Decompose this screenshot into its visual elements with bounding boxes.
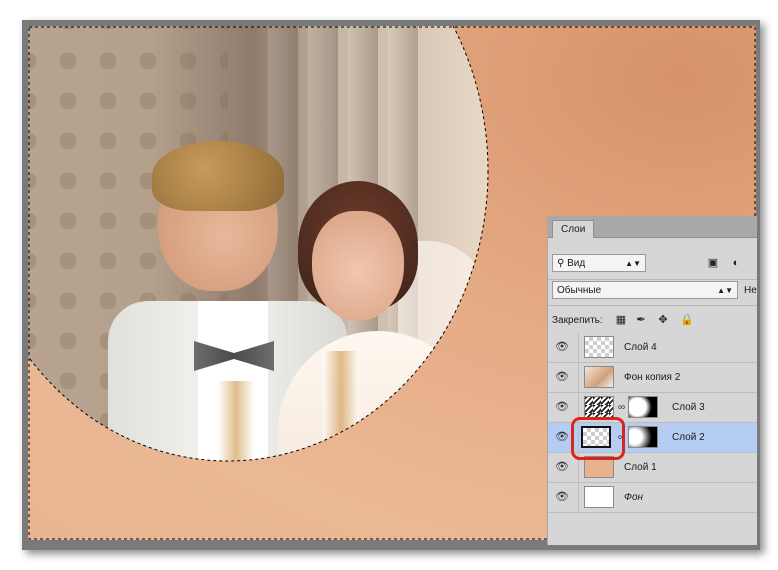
highlight-circle-annotation xyxy=(571,417,625,460)
tab-layers[interactable]: Слои xyxy=(552,220,595,238)
layer-thumbnail xyxy=(584,366,614,388)
layer-name: Слой 1 xyxy=(624,462,657,473)
blend-mode-value: Обычные xyxy=(557,285,602,296)
layer-filter-select[interactable]: ⚲ Вид ▲▼ xyxy=(552,254,646,272)
layer-name: Фон xyxy=(624,492,644,503)
eye-icon[interactable]: 👁 xyxy=(554,461,570,473)
layer-name: Фон копия 2 xyxy=(624,372,681,383)
layer-filter-value: Вид xyxy=(567,258,586,269)
layer-name: Слой 2 xyxy=(672,432,705,443)
panel-tabbar: Слои xyxy=(548,217,757,238)
eye-icon[interactable]: 👁 xyxy=(554,491,570,503)
layers-panel: Слои ⚲ Вид ▲▼ ▣ ◐ Обычные ▲▼ Не Закрепит… xyxy=(547,216,757,545)
layer-name: Слой 3 xyxy=(672,402,705,413)
layer-mask-thumbnail[interactable] xyxy=(628,396,658,418)
layer-row[interactable]: 👁 Слой 4 xyxy=(548,333,757,363)
layer-thumbnail xyxy=(584,486,614,508)
divider xyxy=(548,305,757,306)
lock-position-icon[interactable]: ✥ xyxy=(656,313,670,327)
eye-icon[interactable]: 👁 xyxy=(554,341,570,353)
link-icon[interactable]: ∞ xyxy=(618,402,625,413)
layer-mask-thumbnail[interactable] xyxy=(628,426,658,448)
opacity-label: Не xyxy=(744,285,757,296)
eye-icon[interactable]: 👁 xyxy=(554,431,570,443)
stepper-arrows-icon: ▲▼ xyxy=(625,259,641,268)
layer-name: Слой 4 xyxy=(624,342,657,353)
eye-icon[interactable]: 👁 xyxy=(554,401,570,413)
image-filter-icon[interactable]: ▣ xyxy=(706,256,720,270)
search-icon: ⚲ xyxy=(557,258,565,269)
lock-all-icon[interactable]: 🔒 xyxy=(680,313,694,327)
lock-transparent-pixels-icon[interactable]: ▦ xyxy=(614,313,628,327)
layer-thumbnail xyxy=(584,396,614,418)
stepper-arrows-icon: ▲▼ xyxy=(717,286,733,295)
eye-icon[interactable]: 👁 xyxy=(554,371,570,383)
lock-image-pixels-icon[interactable]: ✒ xyxy=(634,313,648,327)
layer-thumbnail xyxy=(584,336,614,358)
adjustment-filter-icon[interactable]: ◐ xyxy=(729,256,743,270)
divider xyxy=(548,279,757,280)
lock-label: Закрепить: xyxy=(552,315,603,326)
layer-row[interactable]: 👁 Фон копия 2 xyxy=(548,363,757,393)
blend-mode-select[interactable]: Обычные ▲▼ xyxy=(552,281,738,299)
layer-row[interactable]: 👁 Фон xyxy=(548,483,757,513)
